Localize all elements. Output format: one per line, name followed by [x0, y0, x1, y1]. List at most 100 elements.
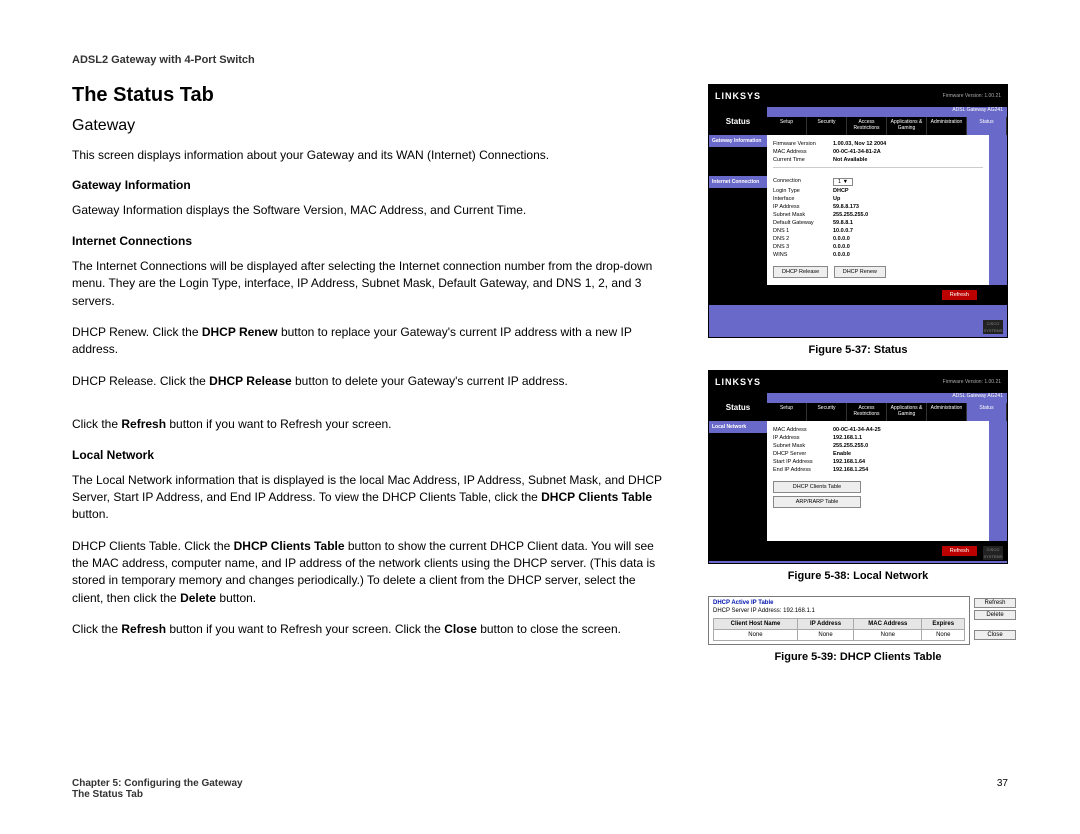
kv-label: WINS	[773, 252, 833, 258]
kv-value: 59.8.8.173	[833, 204, 859, 210]
text: DHCP Clients Table. Click the	[72, 539, 234, 553]
tab-setup[interactable]: Setup	[767, 403, 807, 421]
kv-value: 1.00.03, Nov 12 2004	[833, 141, 886, 147]
dhcp-server-ip: DHCP Server IP Address: 192.168.1.1	[713, 608, 965, 614]
dhcp-renew-button[interactable]: DHCP Renew	[834, 266, 886, 278]
text: Click the	[72, 622, 121, 636]
figure-dhcp-clients-table: DHCP Active IP Table DHCP Server IP Addr…	[708, 596, 1008, 645]
tab-status[interactable]: Status	[967, 403, 1007, 421]
text: button to delete your Gateway's current …	[292, 374, 568, 388]
cisco-logo: CISCO SYSTEMS	[983, 546, 1003, 560]
kv-value: 0.0.0.0	[833, 244, 850, 250]
status-tab-heading: Status	[709, 393, 767, 421]
kv-value: 10.0.0.7	[833, 228, 853, 234]
dhcp-release-button[interactable]: DHCP Release	[773, 266, 828, 278]
ln-body-3: Click the Refresh button if you want to …	[72, 621, 668, 638]
text: button if you want to Refresh your scree…	[166, 417, 391, 431]
tab-applications-gaming[interactable]: Applications & Gaming	[887, 403, 927, 421]
brand-logo: LINKSYS	[715, 377, 761, 387]
bold-dhcp-renew: DHCP Renew	[202, 325, 278, 339]
tab-access-restrictions[interactable]: Access Restrictions	[847, 403, 887, 421]
figure-caption-37: Figure 5-37: Status	[708, 344, 1008, 356]
refresh-button[interactable]: Refresh	[942, 546, 977, 556]
arp-rarp-table-button[interactable]: ARP/RARP Table	[773, 496, 861, 508]
dhcp-table: Client Host Name IP Address MAC Address …	[713, 618, 965, 641]
refresh-button[interactable]: Refresh	[942, 290, 977, 300]
kv-label: MAC Address	[773, 149, 833, 155]
doc-header: ADSL2 Gateway with 4-Port Switch	[72, 54, 1008, 66]
main-column: The Status Tab Gateway This screen displ…	[72, 84, 668, 677]
text: Click the	[72, 417, 121, 431]
kv-label: Firmware Version	[773, 141, 833, 147]
cell: None	[922, 630, 965, 641]
refresh-button[interactable]: Refresh	[974, 598, 1016, 608]
ic-body-1: The Internet Connections will be display…	[72, 258, 668, 310]
tab-security[interactable]: Security	[807, 117, 847, 135]
kv-label: Default Gateway	[773, 220, 833, 226]
gateway-info-body: Gateway Information displays the Softwar…	[72, 202, 668, 219]
bold-delete: Delete	[180, 591, 216, 605]
tab-setup[interactable]: Setup	[767, 117, 807, 135]
kv-label: DHCP Server	[773, 451, 833, 457]
table-row: None None None None	[714, 630, 965, 641]
close-button[interactable]: Close	[974, 630, 1016, 640]
text: DHCP Release. Click the	[72, 374, 209, 388]
tab-administration[interactable]: Administration	[927, 403, 967, 421]
ln-body-1: The Local Network information that is di…	[72, 472, 668, 524]
kv-label: Subnet Mask	[773, 212, 833, 218]
model-label: ADSL Gateway AG241	[767, 393, 1007, 403]
section-internet-connections: Internet Connections	[72, 234, 668, 248]
firmware-version: Firmware Version: 1.00.21	[943, 379, 1001, 385]
col-expires: Expires	[922, 619, 965, 630]
kv-value: 0.0.0.0	[833, 252, 850, 258]
kv-value: 255.255.255.0	[833, 212, 868, 218]
kv-label: Interface	[773, 196, 833, 202]
dhcp-clients-table-button[interactable]: DHCP Clients Table	[773, 481, 861, 493]
kv-label: Login Type	[773, 188, 833, 194]
tab-status[interactable]: Status	[967, 117, 1007, 135]
section-gateway-info: Gateway Information	[72, 178, 668, 192]
col-mac-address: MAC Address	[854, 619, 922, 630]
cisco-logo: CISCO SYSTEMS	[983, 320, 1003, 334]
tab-administration[interactable]: Administration	[927, 117, 967, 135]
page-title: The Status Tab	[72, 84, 668, 107]
figure-caption-39: Figure 5-39: DHCP Clients Table	[708, 651, 1008, 663]
kv-value: Enable	[833, 451, 851, 457]
subtitle: Gateway	[72, 117, 668, 135]
kv-value: 00-0C-41-34-81-2A	[833, 149, 881, 155]
brand-logo: LINKSYS	[715, 91, 761, 101]
bold-dhcp-release: DHCP Release	[209, 374, 292, 388]
kv-label: Subnet Mask	[773, 443, 833, 449]
intro-text: This screen displays information about y…	[72, 147, 668, 164]
tab-applications-gaming[interactable]: Applications & Gaming	[887, 117, 927, 135]
sidebar-internet-connection: Internet Connection	[709, 176, 767, 189]
cell: None	[854, 630, 922, 641]
kv-value[interactable]: 1 ▼	[833, 178, 853, 186]
kv-label: IP Address	[773, 435, 833, 441]
status-tab-heading: Status	[709, 107, 767, 135]
footer-section: The Status Tab	[72, 789, 243, 800]
firmware-version: Firmware Version: 1.00.21	[943, 93, 1001, 99]
footer-chapter: Chapter 5: Configuring the Gateway	[72, 778, 243, 789]
kv-value: 59.8.8.1	[833, 220, 853, 226]
ln-body-2: DHCP Clients Table. Click the DHCP Clien…	[72, 538, 668, 608]
kv-label: DNS 2	[773, 236, 833, 242]
kv-value: 192.168.1.1	[833, 435, 862, 441]
bold-refresh: Refresh	[121, 417, 166, 431]
delete-button[interactable]: Delete	[974, 610, 1016, 620]
tab-security[interactable]: Security	[807, 403, 847, 421]
col-ip-address: IP Address	[797, 619, 853, 630]
text: button.	[216, 591, 256, 605]
kv-label: MAC Address	[773, 427, 833, 433]
text: DHCP Renew. Click the	[72, 325, 202, 339]
figure-local-network-screenshot: LINKSYS Firmware Version: 1.00.21 Status…	[708, 370, 1008, 564]
kv-value: 255.255.255.0	[833, 443, 868, 449]
kv-value: DHCP	[833, 188, 849, 194]
text: button.	[72, 507, 109, 521]
cell: None	[714, 630, 798, 641]
sidebar-local-network: Local Network	[709, 421, 767, 434]
tab-access-restrictions[interactable]: Access Restrictions	[847, 117, 887, 135]
tab-row: Setup Security Access Restrictions Appli…	[767, 403, 1007, 421]
dhcp-table-title: DHCP Active IP Table	[713, 600, 965, 606]
page-number: 37	[997, 778, 1008, 800]
